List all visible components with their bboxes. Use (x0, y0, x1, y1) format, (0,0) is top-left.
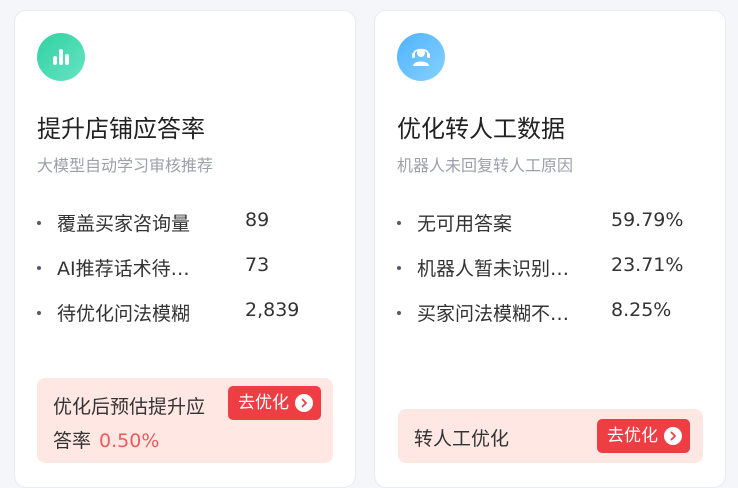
metric-row: 待优化问法模糊 2,839 (37, 299, 337, 327)
card-title: 优化转人工数据 (397, 115, 565, 143)
optimize-button-label: 去优化 (238, 393, 289, 413)
bar-chart-icon (37, 33, 85, 81)
transfer-tip-box: 转人工优化 去优化 (398, 409, 703, 463)
service-agent-icon (397, 33, 445, 81)
tip-text-line1: 优化后预估提升应 (53, 396, 206, 418)
optimize-button[interactable]: 去优化 (597, 419, 690, 453)
metric-label: 机器人暂未识别… (417, 258, 570, 280)
chevron-right-icon (664, 427, 682, 445)
metric-label: AI推荐话术待… (57, 258, 190, 280)
metric-label: 买家问法模糊不… (417, 303, 570, 325)
metric-row: 买家问法模糊不… 8.25% (397, 299, 697, 327)
metric-value: 59.79% (611, 209, 684, 231)
metric-label: 无可用答案 (417, 213, 513, 235)
card-optimize-transfer-data: 优化转人工数据 机器人未回复转人工原因 无可用答案 59.79% 机器人暂未识别… (374, 10, 726, 488)
tip-text-line2-label: 答率 (53, 430, 92, 452)
metric-value: 73 (245, 254, 270, 276)
card-improve-response-rate: 提升店铺应答率 大模型自动学习审核推荐 覆盖买家咨询量 89 AI推荐话术待… … (14, 10, 356, 488)
card-subtitle: 机器人未回复转人工原因 (397, 156, 574, 175)
metric-row: AI推荐话术待… 73 (37, 254, 337, 282)
bullet-dot (37, 311, 41, 315)
metric-row: 覆盖买家咨询量 89 (37, 209, 337, 237)
bullet-dot (397, 311, 401, 315)
bullet-dot (37, 221, 41, 225)
tip-text-line2: 答率 0.50% (53, 426, 159, 453)
metric-row: 无可用答案 59.79% (397, 209, 697, 237)
tip-text: 转人工优化 (414, 428, 510, 450)
card-subtitle: 大模型自动学习审核推荐 (37, 156, 214, 175)
metric-label: 覆盖买家咨询量 (57, 213, 191, 235)
metric-label: 待优化问法模糊 (57, 303, 191, 325)
optimize-button[interactable]: 去优化 (228, 386, 321, 420)
metric-value: 89 (245, 209, 270, 231)
metric-value: 23.71% (611, 254, 684, 276)
chevron-right-icon (295, 394, 313, 412)
metric-value: 8.25% (611, 299, 672, 321)
estimate-tip-box: 优化后预估提升应 答率 0.50% 去优化 (37, 378, 333, 463)
card-title: 提升店铺应答率 (37, 115, 205, 143)
bullet-dot (37, 266, 41, 270)
optimize-button-label: 去优化 (607, 426, 658, 446)
metric-value: 2,839 (245, 299, 300, 321)
metric-row: 机器人暂未识别… 23.71% (397, 254, 697, 282)
bullet-dot (397, 266, 401, 270)
bullet-dot (397, 221, 401, 225)
estimated-rate: 0.50% (99, 430, 160, 452)
